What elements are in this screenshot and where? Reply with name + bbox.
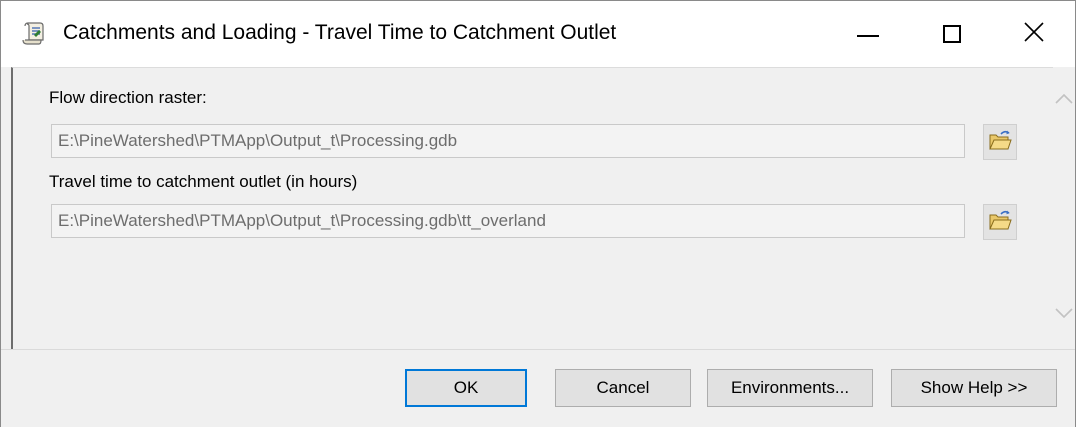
- minimize-icon: [857, 35, 879, 37]
- dialog-footer: OK Cancel Environments... Show Help >>: [1, 349, 1075, 427]
- open-folder-icon: [988, 129, 1012, 156]
- cancel-button[interactable]: Cancel: [555, 369, 691, 407]
- toolbox-script-icon: [19, 21, 45, 47]
- scroll-up-button[interactable]: [1053, 81, 1075, 121]
- minimize-button[interactable]: [827, 1, 909, 67]
- show-help-button[interactable]: Show Help >>: [891, 369, 1057, 407]
- flow-direction-browse-button[interactable]: [983, 124, 1017, 160]
- travel-time-browse-button[interactable]: [983, 204, 1017, 240]
- chevron-down-icon: [1055, 306, 1073, 324]
- maximize-icon: [943, 25, 961, 43]
- travel-time-output-input[interactable]: E:\PineWatershed\PTMApp\Output_t\Process…: [51, 204, 965, 238]
- chevron-up-icon: [1055, 92, 1073, 110]
- close-icon: [1024, 21, 1044, 47]
- scroll-down-button[interactable]: [1053, 295, 1075, 335]
- ok-button[interactable]: OK: [405, 369, 527, 407]
- window-title: Catchments and Loading - Travel Time to …: [63, 21, 617, 44]
- flow-direction-label: Flow direction raster:: [49, 88, 207, 107]
- vertical-scrollbar[interactable]: [1053, 67, 1075, 349]
- maximize-button[interactable]: [911, 1, 993, 67]
- title-bar[interactable]: Catchments and Loading - Travel Time to …: [1, 1, 1075, 67]
- tool-dialog-window: Catchments and Loading - Travel Time to …: [0, 0, 1076, 427]
- open-folder-icon: [988, 209, 1012, 236]
- close-button[interactable]: [993, 1, 1075, 67]
- flow-direction-input[interactable]: E:\PineWatershed\PTMApp\Output_t\Process…: [51, 124, 965, 158]
- travel-time-label: Travel time to catchment outlet (in hour…: [49, 172, 358, 191]
- environments-button[interactable]: Environments...: [707, 369, 873, 407]
- parameters-panel: Flow direction raster: E:\PineWatershed\…: [11, 67, 1053, 349]
